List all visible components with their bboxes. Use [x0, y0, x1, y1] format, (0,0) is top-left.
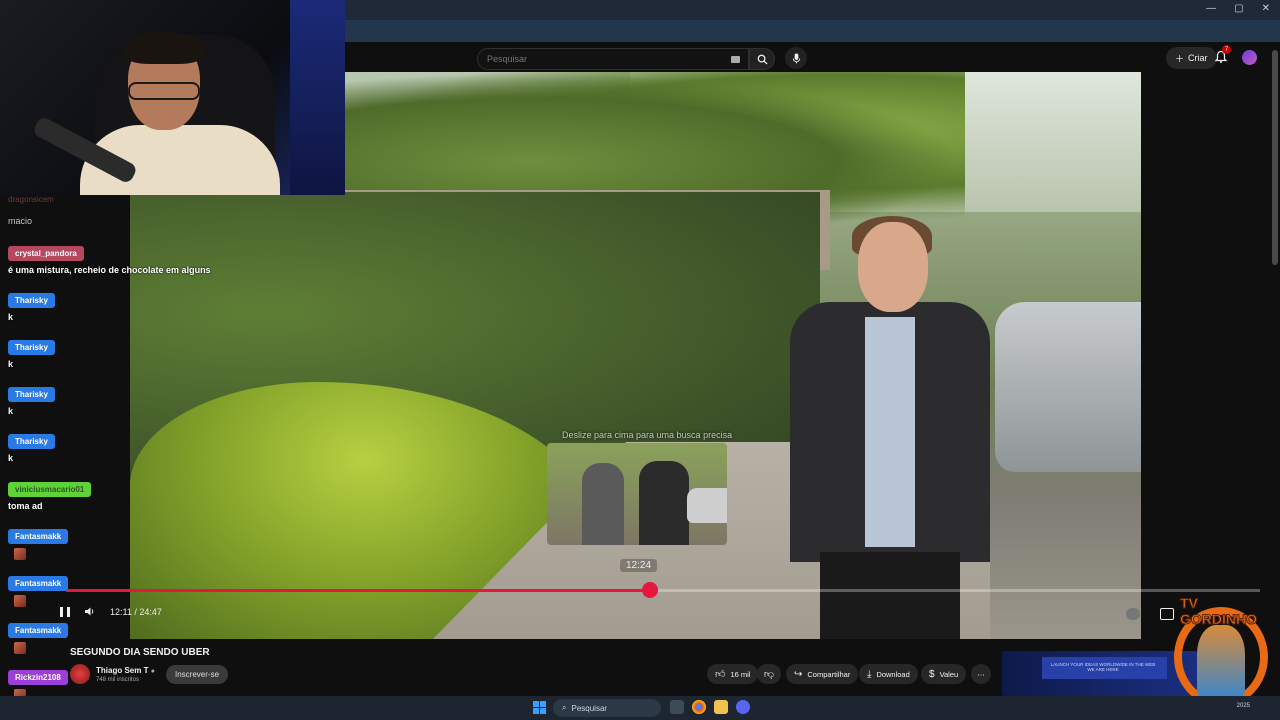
chat-username-badge: Fantasmakk: [8, 623, 69, 638]
subscriber-count: 748 mil inscritos: [96, 677, 140, 683]
more-dots-icon: ⋯: [977, 669, 985, 679]
chat-username-badge: Fantasmakk: [8, 576, 69, 591]
video-title: SEGUNDO DIA SENDO UBER: [70, 647, 210, 658]
chat-message-text: k: [8, 312, 14, 322]
microphone-icon: [792, 52, 800, 64]
page-scrollbar[interactable]: [1272, 50, 1278, 265]
search-icon: [757, 54, 768, 65]
seek-preview-time: 12:24: [620, 559, 658, 572]
player-controls: 12:11 / 24:47: [60, 606, 162, 617]
chat-message-text: toma ad: [8, 501, 43, 511]
download-label: Download: [876, 669, 910, 679]
chat-message: Tharisky k: [8, 431, 55, 463]
taskbar-search[interactable]: ⌕ Pesquisar: [553, 699, 661, 717]
window-controls: — ▢ ✕: [1206, 3, 1270, 14]
search-input[interactable]: [478, 49, 708, 69]
discord-icon[interactable]: [736, 700, 750, 714]
progress-scrubber-handle[interactable]: [641, 582, 658, 598]
create-button[interactable]: ＋ Criar: [1166, 47, 1217, 69]
os-taskbar: ⌕ Pesquisar 2025: [0, 696, 1280, 720]
more-actions-button[interactable]: ⋯: [971, 664, 991, 684]
video-scene-car: [995, 302, 1141, 472]
chat-message: viniciusmacario01 toma ad: [8, 479, 92, 511]
chrome-icon[interactable]: [692, 700, 706, 714]
search-box[interactable]: [477, 48, 749, 70]
chat-username-badge: Tharisky: [8, 340, 55, 355]
ad-caption: LAUNCH YOUR IDEAS WORLDWIDE IN THE WEB W…: [1050, 662, 1156, 672]
chat-message: Fantasmakk: [8, 526, 69, 560]
maximize-icon[interactable]: ▢: [1234, 3, 1243, 14]
video-info: SEGUNDO DIA SENDO UBER Thiago Sem T ● 74…: [0, 640, 1000, 695]
chat-truncated-user: dragonsicem: [8, 195, 54, 204]
chat-username-badge: Tharisky: [8, 293, 55, 308]
plus-icon: ＋: [1175, 53, 1185, 64]
chat-message-text: k: [8, 406, 14, 416]
close-icon[interactable]: ✕: [1262, 3, 1270, 14]
chat-username-badge: Fantasmakk: [8, 529, 69, 544]
file-explorer-icon[interactable]: [714, 700, 728, 714]
search-icon: ⌕: [562, 703, 567, 712]
channel-avatar[interactable]: [70, 664, 90, 684]
chat-username-badge: viniciusmacario01: [8, 482, 92, 497]
super-thanks-icon: $: [929, 668, 935, 680]
chat-emote-icon: [14, 595, 26, 607]
chat-message: crystal_pandora é uma mistura, recheio d…: [8, 243, 211, 275]
notification-count-badge: 7: [1222, 45, 1231, 54]
chat-username-badge: Tharisky: [8, 434, 55, 449]
create-label: Criar: [1188, 53, 1208, 63]
chat-username-badge: Tharisky: [8, 387, 55, 402]
autoplay-toggle-icon[interactable]: [1126, 608, 1140, 620]
task-view-icon[interactable]: [670, 700, 684, 714]
system-tray-date: 2025: [1236, 703, 1250, 709]
volume-icon[interactable]: [84, 606, 96, 617]
streamer-webcam: [0, 0, 345, 195]
subscribe-button[interactable]: Inscrever-se: [166, 665, 229, 684]
duration: 24:47: [139, 606, 162, 617]
thumbs-down-icon: 👎︎: [763, 669, 775, 680]
share-label: Compartilhar: [807, 669, 851, 679]
share-icon: ↪: [794, 668, 803, 680]
keyboard-icon[interactable]: [731, 56, 740, 63]
seek-preview-thumbnail: [547, 443, 727, 545]
chat-message-text: é uma mistura, recheio de chocolate em a…: [8, 265, 211, 275]
thanks-button[interactable]: $ Valeu: [921, 664, 967, 684]
account-avatar[interactable]: [1242, 50, 1257, 65]
download-button[interactable]: ⤓ Download: [859, 664, 918, 684]
video-scene-presenter: [780, 216, 990, 639]
taskbar-apps: [670, 700, 750, 714]
minimize-icon[interactable]: —: [1206, 3, 1216, 14]
progress-bar[interactable]: [66, 582, 1260, 598]
download-icon: ⤓: [867, 668, 872, 680]
chat-message-text: k: [8, 359, 14, 369]
chat-message: Fantasmakk: [8, 573, 69, 607]
voice-search-button[interactable]: [785, 47, 807, 69]
thanks-label: Valeu: [939, 669, 959, 679]
windows-start-icon[interactable]: [533, 701, 546, 714]
chat-username-badge: crystal_pandora: [8, 246, 84, 261]
like-count: 16 mil: [730, 669, 751, 679]
channel-name[interactable]: Thiago Sem T ●: [96, 666, 155, 675]
pause-icon[interactable]: [60, 606, 70, 617]
chat-emote-icon: [14, 548, 26, 560]
chat-message: Tharisky k: [8, 337, 55, 369]
verified-icon: ●: [150, 668, 155, 675]
chat-message: Tharisky k: [8, 290, 55, 322]
thumbs-up-icon: 👍︎: [715, 669, 726, 680]
search-button[interactable]: [749, 48, 775, 70]
time-display: 12:11 / 24:47: [110, 607, 162, 617]
scrub-hint-text: Deslize para cima para uma busca precisa: [562, 430, 733, 440]
chat-message-text: k: [8, 453, 14, 463]
taskbar-search-placeholder: Pesquisar: [571, 703, 608, 713]
current-time: 12:11: [110, 606, 132, 617]
chat-message: Tharisky k: [8, 384, 55, 416]
like-button[interactable]: 👍︎ 16 mil: [707, 664, 759, 684]
time-separator: /: [134, 606, 137, 617]
chat-message-text: macio: [8, 216, 33, 226]
dislike-button[interactable]: 👎︎: [757, 664, 781, 684]
progress-played: [66, 589, 650, 592]
chat-message: macio: [8, 216, 32, 226]
logo-text: TV GORDINHO: [1180, 595, 1258, 628]
share-button[interactable]: ↪ Compartilhar: [786, 664, 859, 684]
